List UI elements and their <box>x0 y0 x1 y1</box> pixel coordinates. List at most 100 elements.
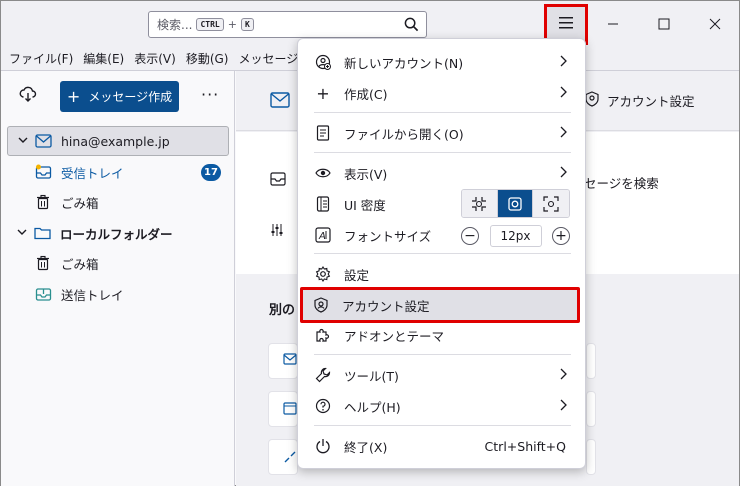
maximize-button[interactable] <box>649 9 679 39</box>
trash-label: ごみ箱 <box>61 256 99 272</box>
menu-item-help[interactable]: ヘルプ(H) <box>304 391 580 421</box>
unread-count-badge: 17 <box>201 163 221 181</box>
maximize-icon <box>658 18 670 30</box>
menu-item-label: UI 密度 <box>344 197 386 213</box>
menu-item-label: 終了(X) <box>344 439 388 455</box>
close-icon <box>709 18 721 30</box>
shortcut-key-ctrl: CTRL <box>196 18 224 31</box>
other-section-label: 別の <box>269 303 296 318</box>
chevron-down-icon[interactable] <box>17 134 31 149</box>
search-icon[interactable] <box>404 17 419 35</box>
menu-separator <box>314 112 571 113</box>
menu-item-tools[interactable]: ツール(T) <box>304 360 580 390</box>
trash-icon <box>35 194 53 210</box>
folder-account[interactable]: hina@example.jp <box>7 126 229 156</box>
plus-icon: + <box>316 83 330 103</box>
search-messages-link[interactable]: セージを検索 <box>584 173 659 192</box>
menu-item-label: アカウント設定 <box>342 298 430 314</box>
quit-shortcut: Ctrl+Shift+Q <box>484 438 566 454</box>
gear-icon <box>314 266 332 282</box>
menu-separator <box>314 354 571 355</box>
minimize-icon <box>608 23 618 25</box>
menu-item-new-account[interactable]: 新しいアカウント(N) <box>304 47 580 77</box>
account-name: hina@example.jp <box>61 133 170 149</box>
shortcut-key-k: K <box>240 18 254 31</box>
calendar-icon <box>283 401 297 419</box>
chevron-down-icon[interactable] <box>16 226 30 241</box>
card[interactable] <box>586 343 596 379</box>
menu-item-label: 作成(C) <box>344 86 388 102</box>
puzzle-icon <box>314 327 332 343</box>
account-settings-link[interactable]: アカウント設定 <box>584 91 695 110</box>
close-button[interactable] <box>700 9 730 39</box>
menu-item-label: ファイルから開く(O) <box>344 126 464 142</box>
link-icon <box>283 450 297 468</box>
menu-item-open-file[interactable]: ファイルから開く(O) <box>304 118 580 148</box>
plus-icon: + <box>66 87 81 106</box>
menu-separator <box>314 152 571 153</box>
mail-icon <box>270 92 290 112</box>
density-touch-button[interactable] <box>533 190 569 217</box>
menu-item-create[interactable]: + 作成(C) <box>304 78 580 108</box>
touch-density-icon <box>543 195 559 212</box>
font-size-control: − 12px + <box>461 224 570 248</box>
folder-pane: + メッセージ作成 ··· hina@example.jp 受信トレイ 17 ご… <box>1 71 235 486</box>
menu-item-view[interactable]: 表示(V) <box>304 158 580 188</box>
inbox-label: 受信トレイ <box>61 165 124 181</box>
add-account-icon <box>314 54 332 70</box>
plus-icon: + <box>555 228 567 244</box>
chevron-right-icon <box>558 85 568 102</box>
folder-outbox[interactable]: 送信トレイ <box>1 279 235 309</box>
folder-inbox[interactable]: 受信トレイ 17 <box>1 157 235 187</box>
account-settings-icon <box>312 297 330 313</box>
menu-item-label: 表示(V) <box>344 166 388 182</box>
menu-item-addons[interactable]: アドオンとテーマ <box>304 320 580 350</box>
search-placeholder: 検索... <box>157 18 193 32</box>
compose-label: メッセージ作成 <box>88 90 173 104</box>
chevron-right-icon <box>558 125 568 142</box>
local-folder-icon <box>34 225 52 241</box>
menu-item-label: アドオンとテーマ <box>344 328 445 344</box>
wrench-icon <box>314 367 332 383</box>
menu-file[interactable]: ファイル(F) <box>9 50 73 67</box>
outbox-label: 送信トレイ <box>61 287 124 303</box>
card[interactable] <box>586 391 596 427</box>
menu-go[interactable]: 移動(G) <box>186 50 229 67</box>
eye-icon <box>314 167 332 179</box>
menu-item-settings[interactable]: 設定 <box>304 259 580 289</box>
card[interactable] <box>586 439 596 475</box>
chevron-right-icon <box>558 367 568 384</box>
font-size-increase-button[interactable]: + <box>552 227 570 245</box>
menu-separator <box>314 425 571 426</box>
search-box[interactable]: 検索... CTRL + K <box>148 11 427 38</box>
menu-edit[interactable]: 編集(E) <box>83 50 124 67</box>
minimize-button[interactable] <box>598 9 628 39</box>
compose-button[interactable]: + メッセージ作成 <box>60 81 179 112</box>
folder-local-trash[interactable]: ごみ箱 <box>1 248 235 278</box>
outbox-icon <box>35 286 53 302</box>
menu-item-label: ツール(T) <box>344 368 399 384</box>
inbox-icon <box>35 164 53 180</box>
font-size-decrease-button[interactable]: − <box>461 227 479 245</box>
menu-item-label: 新しいアカウント(N) <box>344 55 464 71</box>
menu-item-account-settings[interactable]: アカウント設定 <box>300 287 580 323</box>
shortcut-plus: + <box>227 18 237 31</box>
font-size-value[interactable]: 12px <box>489 225 542 247</box>
density-normal-button[interactable] <box>497 190 534 217</box>
menu-item-quit[interactable]: 終了(X) Ctrl+Shift+Q <box>304 431 580 461</box>
menu-view[interactable]: 表示(V) <box>134 50 176 67</box>
density-compact-button[interactable] <box>462 190 498 217</box>
local-folder-label: ローカルフォルダー <box>60 226 173 242</box>
account-settings-label: アカウント設定 <box>607 94 695 109</box>
normal-density-icon <box>508 196 522 211</box>
folder-trash[interactable]: ごみ箱 <box>1 187 235 217</box>
more-options-icon[interactable]: ··· <box>201 85 219 104</box>
chevron-right-icon <box>558 398 568 415</box>
menu-item-label: ヘルプ(H) <box>344 399 401 415</box>
power-icon <box>314 438 332 454</box>
folder-local[interactable]: ローカルフォルダー <box>1 218 235 248</box>
get-messages-icon[interactable] <box>19 85 37 107</box>
file-icon <box>314 125 332 141</box>
font-size-icon: A <box>314 227 332 243</box>
compact-icon <box>472 196 487 211</box>
